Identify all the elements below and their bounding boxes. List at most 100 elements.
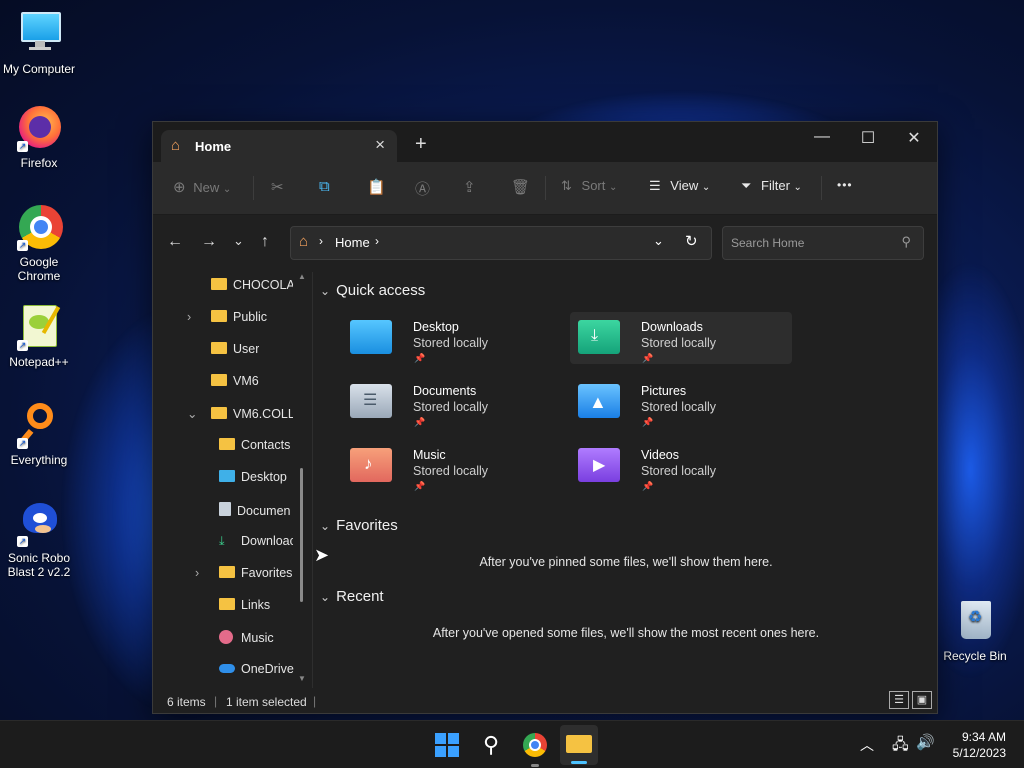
sort-icon: ⇅ (561, 178, 572, 193)
section-quick-access[interactable]: ⌄ Quick access (320, 282, 425, 299)
desktop-icon-everything[interactable]: ↗ Everything (1, 401, 77, 467)
filter-button[interactable]: ⏷ Filter ⌄ (741, 178, 802, 194)
section-favorites[interactable]: ⌄ Favorites (320, 517, 398, 534)
sidebar-item-desktop[interactable]: Desktop (219, 470, 287, 484)
scroll-down-arrow-icon[interactable]: ▼ (298, 674, 306, 683)
sidebar-item-favorites[interactable]: › Favorites (195, 566, 292, 580)
refresh-icon[interactable]: ↻ (685, 232, 698, 250)
show-hidden-icons-button[interactable]: ︿ (860, 735, 874, 755)
status-divider: | (214, 694, 218, 708)
delete-icon[interactable]: 🗑 (511, 178, 530, 196)
sidebar-item-music[interactable]: Music (219, 630, 274, 645)
sidebar-item-chocolat[interactable]: CHOCOLAT (211, 278, 293, 292)
chrome-taskbar-icon[interactable] (521, 731, 549, 767)
firefox-icon: ↗ (15, 104, 63, 152)
clock[interactable]: 9:34 AM 5/12/2023 (953, 729, 1006, 761)
breadcrumb-separator-icon: › (319, 234, 323, 248)
sidebar-item-vm6-colla[interactable]: ⌄ VM6.COLLA (187, 406, 293, 421)
sidebar-item-user[interactable]: User (211, 342, 259, 356)
item-name: Music (413, 448, 446, 462)
scroll-up-arrow-icon[interactable]: ▲ (298, 272, 306, 281)
address-dropdown-icon[interactable]: ⌄ (653, 233, 664, 249)
details-view-icon[interactable]: ☰ (889, 691, 909, 709)
sidebar-scrollbar[interactable]: ▲ ▼ (298, 272, 306, 684)
more-options-button[interactable]: ••• (837, 178, 853, 192)
up-button[interactable]: ↑ (261, 233, 269, 251)
search-taskbar-icon[interactable]: ⚲ (477, 731, 505, 759)
chevron-right-icon[interactable]: › (195, 566, 219, 580)
desktop-icon-firefox[interactable]: ↗ Firefox (1, 104, 77, 170)
chevron-down-icon: ⌄ (320, 590, 331, 604)
desktop-icon-notepadpp[interactable]: ↗ Notepad++ (1, 303, 77, 369)
sidebar-item-contacts[interactable]: Contacts (219, 438, 290, 452)
start-button[interactable] (433, 731, 461, 759)
close-tab-icon[interactable]: × (375, 135, 385, 155)
chevron-down-icon: ⌄ (222, 184, 232, 195)
quick-access-music[interactable]: ♪ Music Stored locally 📌 (342, 440, 564, 492)
sidebar-item-documents[interactable]: Documen (219, 502, 293, 518)
download-arrow-icon: ⤓ (591, 327, 599, 344)
copy-icon[interactable]: ⧉ (319, 178, 330, 195)
divider (545, 176, 546, 200)
address-bar[interactable]: ⌂ › Home › ⌄ ↻ (290, 226, 712, 260)
pin-icon: 📌 (642, 353, 654, 363)
sidebar-item-onedrive[interactable]: OneDrive (219, 662, 294, 676)
quick-access-desktop[interactable]: Desktop Stored locally 📌 (342, 312, 564, 364)
item-name: Documents (413, 384, 477, 398)
sidebar-item-links[interactable]: Links (219, 598, 270, 612)
search-box[interactable]: Search Home ⚲ (722, 226, 924, 260)
sidebar-item-public[interactable]: › Public (187, 310, 267, 324)
desktop-icon-label: Google Chrome (17, 255, 61, 283)
rename-icon[interactable]: Ⓐ (415, 178, 430, 199)
taskbar: ⚲ ︿ 🖧 🔊 9:34 AM 5/12/2023 (0, 720, 1024, 768)
desktop-icon-srb2[interactable]: ↗ Sonic Robo Blast 2 v2.2 (1, 499, 77, 579)
chevron-down-icon[interactable]: ⌄ (187, 406, 211, 421)
desktop-icon-my-computer[interactable]: My Computer (1, 10, 77, 76)
sort-button[interactable]: ⇅ Sort ⌄ (561, 178, 617, 194)
minimize-button[interactable]: — (799, 128, 845, 146)
close-window-button[interactable]: ✕ (891, 128, 937, 148)
volume-icon[interactable]: 🔊 (916, 733, 935, 751)
scrollbar-thumb[interactable] (300, 468, 303, 602)
shortcut-arrow-icon: ↗ (17, 141, 28, 152)
cut-icon[interactable]: ✂ (271, 178, 284, 196)
quick-access-downloads[interactable]: ⤓ Downloads Stored locally 📌 (570, 312, 792, 364)
desktop-icon-label: Everything (10, 453, 68, 467)
filter-icon: ⏷ (741, 178, 752, 193)
desktop-icon-recycle-bin[interactable]: ♻ Recycle Bin (937, 597, 1013, 663)
search-input[interactable]: Search Home (731, 236, 804, 250)
recent-locations-button[interactable]: ⌄ (233, 233, 244, 249)
section-recent[interactable]: ⌄ Recent (320, 588, 384, 605)
tiles-view-icon[interactable]: ▣ (912, 691, 932, 709)
quick-access-videos[interactable]: ▶ Videos Stored locally 📌 (570, 440, 792, 492)
new-tab-button[interactable]: + (415, 133, 427, 156)
folder-icon (566, 735, 592, 753)
paste-icon[interactable]: 📋 (367, 178, 386, 196)
documents-folder-icon: ☰ (350, 384, 392, 418)
chevron-right-icon[interactable]: › (187, 310, 211, 324)
network-icon[interactable]: 🖧 (892, 734, 909, 759)
item-name: Videos (641, 448, 679, 462)
maximize-button[interactable]: ☐ (845, 128, 891, 148)
filter-label: Filter (761, 178, 790, 193)
sidebar-item-label: Desktop (241, 470, 287, 484)
desktop-icon-chrome[interactable]: ↗ Google Chrome (1, 203, 77, 283)
new-button[interactable]: ⊕ New ⌄ (173, 178, 231, 196)
tab-home[interactable]: ⌂ Home × (161, 130, 397, 162)
breadcrumb-home[interactable]: Home (335, 235, 370, 250)
mouse-cursor-icon: ➤ (314, 545, 330, 565)
quick-access-documents[interactable]: ☰ Documents Stored locally 📌 (342, 376, 564, 428)
quick-access-pictures[interactable]: ▲ Pictures Stored locally 📌 (570, 376, 792, 428)
view-button[interactable]: ☰ View ⌄ (649, 178, 710, 194)
folder-icon (219, 566, 235, 578)
share-icon[interactable]: ⇪ (463, 178, 476, 196)
sidebar-item-downloads[interactable]: ⤓ Downloac (219, 534, 293, 549)
sidebar-item-vm6[interactable]: VM6 (211, 374, 259, 388)
clock-date: 5/12/2023 (952, 746, 1006, 760)
chevron-down-icon: ⌄ (793, 182, 802, 193)
back-button[interactable]: ← (167, 233, 183, 251)
sidebar-item-label: CHOCOLAT (233, 278, 293, 292)
file-explorer-taskbar-icon[interactable] (560, 725, 598, 765)
sidebar-item-label: Downloac (241, 534, 293, 548)
forward-button[interactable]: → (201, 233, 217, 251)
